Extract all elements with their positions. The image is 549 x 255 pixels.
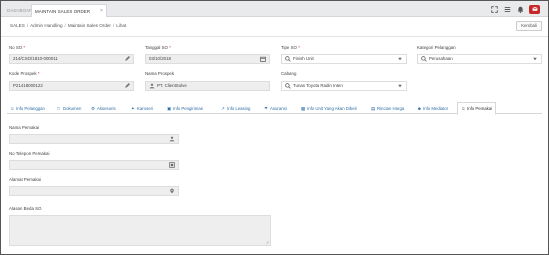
user-icon: ☺ [10, 106, 15, 111]
breadcrumb: SALES / Admin Handling / Maintain Sales Orde… [10, 23, 127, 28]
tab-info-unit[interactable]: ▩ Info Unit Yang Akan Dibeli [301, 103, 357, 114]
kategori-pelanggan-select[interactable]: Perusahaan [417, 54, 542, 64]
cabang-label: Cabang [281, 71, 297, 76]
search-icon [421, 56, 427, 62]
tipe-so-label: Tipe SO * [281, 45, 300, 50]
mail-icon [531, 6, 538, 11]
umbrella-icon: ☂ [264, 106, 269, 111]
nama-pemakai-field[interactable] [9, 134, 179, 144]
car-icon: ▩ [301, 106, 306, 111]
wrench-icon: ✦ [131, 106, 135, 111]
tab-karoseri[interactable]: ✦ Karoseri [131, 103, 153, 114]
no-so-field[interactable]: 214/CSO/1810-000011 [9, 54, 134, 64]
search-icon [285, 83, 291, 89]
folder-icon: □ [57, 106, 60, 111]
detail-tabs: ☺Info Pelanggan □ Dokumen ⚙ Aksesoris ✦ Kar… [7, 102, 542, 115]
kembali-button[interactable]: Kembali [516, 21, 542, 31]
tab-asuransi[interactable]: ☂ Asuransi [264, 103, 287, 114]
gear-icon: ⚙ [91, 106, 96, 111]
tanggal-so-field[interactable]: 03/10/2018 [145, 54, 270, 64]
no-so-label: No SO * [9, 45, 26, 50]
user-icon: ☺ [461, 106, 466, 111]
truck-icon: ▣ [167, 106, 172, 111]
breadcrumb-item: Lihat [116, 23, 127, 28]
top-bar: DASHBOARD MAINTAIN SALES ORDER × [1, 1, 548, 17]
nama-pemakai-label: Nama Pemakai [9, 125, 40, 130]
resize-handle-icon[interactable] [265, 240, 269, 244]
money-icon: ▤ [371, 106, 376, 111]
alamat-pemakai-field[interactable] [9, 186, 179, 196]
tab-dokumen[interactable]: □ Dokumen [57, 103, 81, 114]
close-icon[interactable]: × [100, 5, 103, 18]
chevron-down-icon [398, 57, 402, 61]
tab-info-pengiriman[interactable]: ▣ Info Pengiriman [167, 103, 203, 114]
pencil-icon [125, 56, 130, 61]
divider [1, 36, 548, 37]
tab-rincian-harga[interactable]: ▤ Rincian Harga [371, 103, 404, 114]
chevron-down-icon [533, 57, 537, 61]
menu-icon[interactable] [503, 5, 511, 13]
breadcrumb-item[interactable]: Maintain Sales Order [68, 23, 111, 28]
user-menu-button[interactable] [529, 4, 540, 14]
nama-prospek-field[interactable]: PT. ClientSolve [145, 81, 270, 91]
nama-prospek-label: Nama Prospek [145, 71, 175, 76]
location-pin-icon [170, 188, 174, 194]
no-telepon-pemakai-label: No Telepon Pemakai [9, 151, 50, 156]
user-icon [169, 136, 175, 142]
tab-dashboard[interactable]: DASHBOARD [7, 4, 36, 17]
tipe-so-select[interactable]: Finish Unit [281, 54, 407, 64]
tab-label: MAINTAIN SALES ORDER [35, 9, 91, 14]
tanggal-so-label: Tanggal SO * [145, 45, 171, 50]
tab-info-leasing[interactable]: ↗ Info Leasing [221, 103, 250, 114]
kode-prospek-field[interactable]: P21418000122 [9, 81, 134, 91]
user-icon [149, 83, 155, 89]
alasan-beda-so-textarea[interactable] [9, 215, 271, 246]
search-icon [285, 56, 291, 62]
tab-maintain-sales-order[interactable]: MAINTAIN SALES ORDER × [31, 4, 107, 17]
pencil-icon [125, 83, 130, 88]
kode-prospek-label: Kode Prospek * [9, 71, 40, 76]
tab-info-pemakai[interactable]: ☺Info Pemakai [457, 102, 497, 115]
tab-info-mediator[interactable]: ☻Info Mediator [417, 103, 448, 114]
chart-icon: ↗ [221, 106, 225, 111]
kategori-pelanggan-label: Kategori Pelanggan [417, 45, 456, 50]
breadcrumb-item[interactable]: SALES [10, 23, 25, 28]
no-so-value: 214/CSO/1810-000011 [13, 56, 58, 61]
cabang-value: Tunas Toyota Radin Inten [293, 83, 343, 88]
kode-prospek-value: P21418000122 [13, 83, 43, 88]
bell-icon[interactable] [516, 5, 524, 13]
no-telepon-pemakai-field[interactable] [9, 160, 179, 170]
tab-info-pelanggan[interactable]: ☺Info Pelanggan [10, 103, 45, 114]
alamat-pemakai-label: Alamat Pemakai [9, 177, 41, 182]
expand-icon[interactable] [490, 5, 498, 13]
breadcrumb-item[interactable]: Admin Handling [30, 23, 62, 28]
phone-icon [169, 162, 175, 168]
calendar-icon[interactable] [260, 56, 266, 62]
alasan-beda-so-label: Alasan Beda SO [9, 206, 42, 211]
tanggal-so-value: 03/10/2018 [149, 56, 171, 61]
top-icons [490, 4, 540, 14]
chevron-down-icon [398, 84, 402, 88]
cabang-select[interactable]: Tunas Toyota Radin Inten [281, 81, 407, 91]
tab-aksesoris[interactable]: ⚙ Aksesoris [91, 103, 116, 114]
users-icon: ☻ [417, 106, 422, 111]
